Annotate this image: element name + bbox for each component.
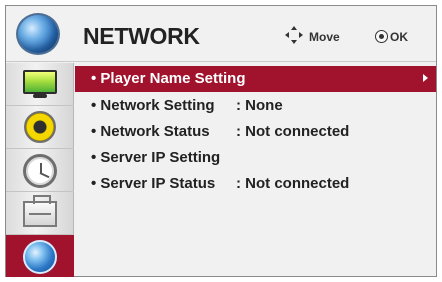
clock-icon (23, 154, 57, 188)
ok-hint-label: OK (390, 30, 408, 44)
move-hint-label: Move (309, 30, 340, 44)
tv-stand-icon (33, 94, 47, 98)
ok-icon (375, 30, 388, 43)
menu-item-label: • Network Status (91, 123, 210, 140)
menu-list: • Player Name Setting • Network Setting … (75, 63, 436, 277)
sidebar-item-option[interactable] (6, 192, 74, 235)
page-title: NETWORK (83, 23, 200, 49)
menu-item-server-ip-status[interactable]: • Server IP Status : Not connected (75, 171, 436, 195)
menu-item-server-ip-setting[interactable]: • Server IP Setting (75, 145, 436, 169)
sidebar-item-time[interactable] (6, 149, 74, 192)
sidebar-item-network[interactable] (6, 235, 74, 277)
menu-item-network-status[interactable]: • Network Status : Not connected (75, 119, 436, 143)
right-arrow-icon (423, 74, 428, 82)
toolbox-icon (23, 195, 57, 227)
speaker-icon (24, 111, 56, 143)
sidebar-item-audio[interactable] (6, 106, 74, 149)
menu-item-value: : Not connected (236, 175, 350, 192)
move-icon (285, 26, 303, 44)
menu-item-label: • Network Setting (91, 97, 215, 114)
network-menu-window: NETWORK Move OK • Player Name Setting • … (5, 5, 437, 277)
sidebar-item-picture[interactable] (6, 63, 74, 106)
menu-header: NETWORK Move OK (6, 6, 436, 62)
sidebar (6, 63, 74, 277)
menu-item-label: • Server IP Setting (91, 149, 221, 166)
menu-item-player-name-setting[interactable]: • Player Name Setting (75, 66, 436, 92)
menu-item-value: : Not connected (236, 123, 350, 140)
globe-icon (23, 240, 57, 274)
menu-item-label: • Server IP Status (91, 175, 216, 192)
menu-item-label: • Player Name Setting (91, 70, 246, 87)
menu-item-network-setting[interactable]: • Network Setting : None (75, 93, 436, 117)
tv-icon (23, 70, 57, 94)
menu-item-value: : None (236, 97, 283, 114)
network-globe-icon (16, 13, 60, 55)
